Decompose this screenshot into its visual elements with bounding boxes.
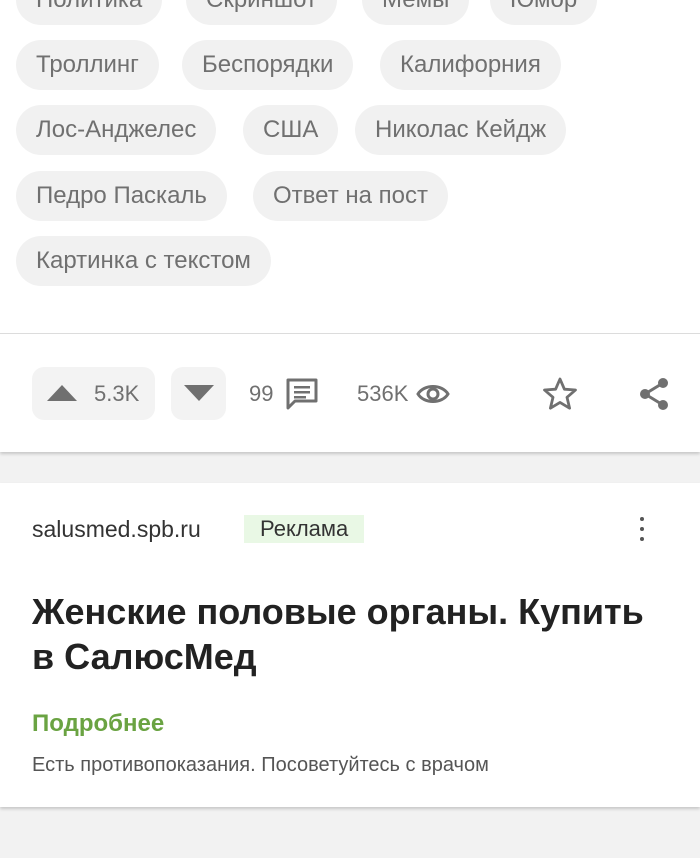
tag-humor[interactable]: Юмор (490, 0, 598, 25)
views-count: 536K (357, 381, 409, 406)
downvote-button[interactable] (171, 367, 226, 420)
ad-badge: Реклама (244, 515, 365, 543)
arrow-up-icon (47, 385, 77, 401)
post-card: Политика Скриншот Мемы Юмор Троллинг Бес… (0, 0, 700, 452)
share-icon[interactable] (636, 376, 672, 412)
ad-more-link[interactable]: Подробнее (32, 708, 164, 740)
tag-memes[interactable]: Мемы (362, 0, 470, 25)
kebab-menu-icon[interactable] (630, 515, 654, 543)
tag-riots[interactable]: Беспорядки (182, 40, 354, 90)
tag-politics[interactable]: Политика (16, 0, 163, 25)
tag-trolling[interactable]: Троллинг (16, 40, 159, 90)
comment-icon[interactable] (285, 377, 319, 411)
ad-disclaimer: Есть противопоказания. Посоветуйтесь с в… (32, 754, 489, 776)
star-icon[interactable] (542, 376, 578, 412)
divider (0, 333, 700, 334)
tag-usa[interactable]: США (243, 105, 339, 155)
tag-reply-to-post[interactable]: Ответ на пост (253, 171, 448, 221)
rating-count: 5.3K (94, 381, 140, 406)
ad-title[interactable]: Женские половые органы. Купить в СалюсМе… (32, 589, 672, 679)
ad-card[interactable]: salusmed.spb.ru Реклама Женские половые … (0, 483, 700, 807)
eye-icon (416, 385, 450, 403)
comments-count[interactable]: 99 (249, 367, 273, 420)
ad-domain[interactable]: salusmed.spb.ru (32, 513, 201, 545)
tag-screenshot[interactable]: Скриншот (186, 0, 337, 25)
upvote-button[interactable]: 5.3K (32, 367, 155, 420)
tag-picture-with-text[interactable]: Картинка с текстом (16, 236, 271, 286)
tag-los-angeles[interactable]: Лос-Анджелес (16, 105, 217, 155)
tag-pedro-pascal[interactable]: Педро Паскаль (16, 171, 227, 221)
tag-nicolas-cage[interactable]: Николас Кейдж (355, 105, 567, 155)
arrow-down-icon (184, 385, 214, 401)
tag-california[interactable]: Калифорния (380, 40, 561, 90)
